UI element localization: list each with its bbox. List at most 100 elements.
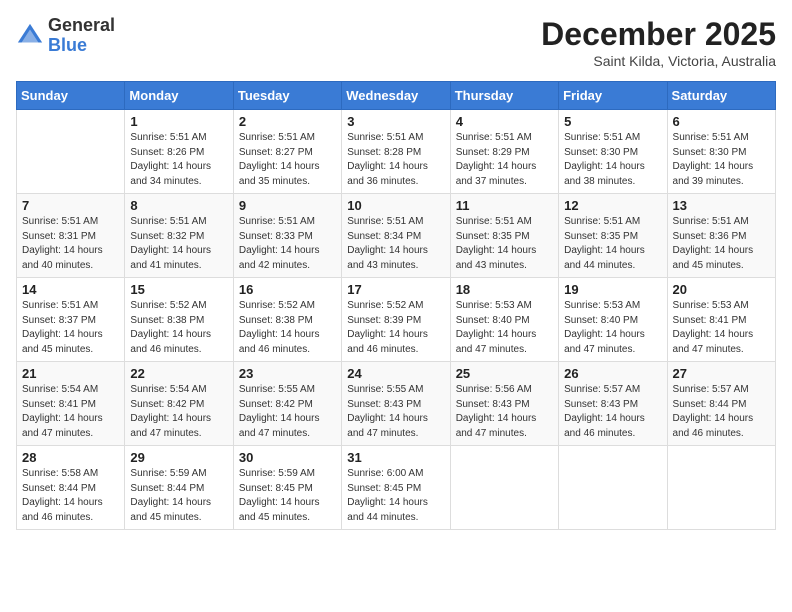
calendar-cell: 26 Sunrise: 5:57 AM Sunset: 8:43 PM Dayli… xyxy=(559,362,667,446)
calendar-cell: 3Sunrise: 5:51 AM Sunset: 8:28 PM Daylig… xyxy=(342,110,450,194)
day-number: 19 xyxy=(564,282,661,297)
calendar-cell xyxy=(559,446,667,530)
calendar-cell: 6 Sunrise: 5:51 AM Sunset: 8:30 PM Daylig… xyxy=(667,110,775,194)
calendar-cell: 31 Sunrise: 6:00 AM Sunset: 8:45 PM Dayli… xyxy=(342,446,450,530)
day-number: 22 xyxy=(130,366,227,381)
day-info: Sunrise: 5:53 AM Sunset: 8:41 PM Dayligh… xyxy=(673,299,770,357)
calendar-week-row: 14Sunrise: 5:51 AM Sunset: 8:37 PM Dayli… xyxy=(17,278,776,362)
calendar-cell: 2 Sunrise: 5:51 AM Sunset: 8:27 PM Daylig… xyxy=(233,110,341,194)
day-info: Sunrise: 5:57 AM Sunset: 8:44 PM Dayligh… xyxy=(673,383,770,441)
day-info: Sunrise: 5:51 AM Sunset: 8:26 PM Dayligh… xyxy=(130,131,227,189)
calendar-cell: 27 Sunrise: 5:57 AM Sunset: 8:44 PM Dayli… xyxy=(667,362,775,446)
day-info: Sunrise: 5:59 AM Sunset: 8:45 PM Dayligh… xyxy=(239,467,336,525)
calendar-week-row: 7 Sunrise: 5:51 AM Sunset: 8:31 PM Daylig… xyxy=(17,194,776,278)
day-info: Sunrise: 6:00 AM Sunset: 8:45 PM Dayligh… xyxy=(347,467,444,525)
calendar-cell: 16 Sunrise: 5:52 AM Sunset: 8:38 PM Dayli… xyxy=(233,278,341,362)
calendar-cell: 17 Sunrise: 5:52 AM Sunset: 8:39 PM Dayli… xyxy=(342,278,450,362)
day-number: 27 xyxy=(673,366,770,381)
day-number: 20 xyxy=(673,282,770,297)
title-section: December 2025 Saint Kilda, Victoria, Aus… xyxy=(541,16,776,69)
day-info: Sunrise: 5:52 AM Sunset: 8:38 PM Dayligh… xyxy=(239,299,336,357)
day-info: Sunrise: 5:51 AM Sunset: 8:30 PM Dayligh… xyxy=(564,131,661,189)
day-number: 15 xyxy=(130,282,227,297)
day-info: Sunrise: 5:55 AM Sunset: 8:43 PM Dayligh… xyxy=(347,383,444,441)
day-number: 10 xyxy=(347,198,444,213)
calendar-cell: 24 Sunrise: 5:55 AM Sunset: 8:43 PM Dayli… xyxy=(342,362,450,446)
calendar-cell: 12 Sunrise: 5:51 AM Sunset: 8:35 PM Dayli… xyxy=(559,194,667,278)
day-number: 8 xyxy=(130,198,227,213)
day-number: 3 xyxy=(347,114,444,129)
day-number: 30 xyxy=(239,450,336,465)
day-number: 28 xyxy=(22,450,119,465)
day-number: 11 xyxy=(456,198,553,213)
day-info: Sunrise: 5:52 AM Sunset: 8:38 PM Dayligh… xyxy=(130,299,227,357)
logo-general: General xyxy=(48,15,115,35)
day-info: Sunrise: 5:57 AM Sunset: 8:43 PM Dayligh… xyxy=(564,383,661,441)
day-info: Sunrise: 5:51 AM Sunset: 8:35 PM Dayligh… xyxy=(456,215,553,273)
day-info: Sunrise: 5:51 AM Sunset: 8:34 PM Dayligh… xyxy=(347,215,444,273)
calendar-cell: 5 Sunrise: 5:51 AM Sunset: 8:30 PM Daylig… xyxy=(559,110,667,194)
day-info: Sunrise: 5:56 AM Sunset: 8:43 PM Dayligh… xyxy=(456,383,553,441)
calendar-cell: 22Sunrise: 5:54 AM Sunset: 8:42 PM Dayli… xyxy=(125,362,233,446)
calendar-cell: 29Sunrise: 5:59 AM Sunset: 8:44 PM Dayli… xyxy=(125,446,233,530)
calendar-cell xyxy=(17,110,125,194)
day-info: Sunrise: 5:51 AM Sunset: 8:30 PM Dayligh… xyxy=(673,131,770,189)
weekday-header: Monday xyxy=(125,82,233,110)
logo-blue: Blue xyxy=(48,35,87,55)
day-number: 16 xyxy=(239,282,336,297)
day-number: 9 xyxy=(239,198,336,213)
day-info: Sunrise: 5:53 AM Sunset: 8:40 PM Dayligh… xyxy=(456,299,553,357)
weekday-header: Saturday xyxy=(667,82,775,110)
calendar-cell: 7 Sunrise: 5:51 AM Sunset: 8:31 PM Daylig… xyxy=(17,194,125,278)
day-info: Sunrise: 5:51 AM Sunset: 8:31 PM Dayligh… xyxy=(22,215,119,273)
month-title: December 2025 xyxy=(541,16,776,53)
calendar-week-row: 21 Sunrise: 5:54 AM Sunset: 8:41 PM Dayli… xyxy=(17,362,776,446)
day-number: 23 xyxy=(239,366,336,381)
day-info: Sunrise: 5:51 AM Sunset: 8:35 PM Dayligh… xyxy=(564,215,661,273)
weekday-header: Friday xyxy=(559,82,667,110)
logo-icon xyxy=(16,22,44,50)
weekday-header: Wednesday xyxy=(342,82,450,110)
calendar-cell: 1 Sunrise: 5:51 AM Sunset: 8:26 PM Daylig… xyxy=(125,110,233,194)
day-info: Sunrise: 5:55 AM Sunset: 8:42 PM Dayligh… xyxy=(239,383,336,441)
calendar-cell: 13Sunrise: 5:51 AM Sunset: 8:36 PM Dayli… xyxy=(667,194,775,278)
day-info: Sunrise: 5:54 AM Sunset: 8:41 PM Dayligh… xyxy=(22,383,119,441)
day-info: Sunrise: 5:51 AM Sunset: 8:33 PM Dayligh… xyxy=(239,215,336,273)
day-number: 12 xyxy=(564,198,661,213)
day-info: Sunrise: 5:51 AM Sunset: 8:27 PM Dayligh… xyxy=(239,131,336,189)
day-number: 21 xyxy=(22,366,119,381)
day-number: 17 xyxy=(347,282,444,297)
day-number: 7 xyxy=(22,198,119,213)
day-number: 26 xyxy=(564,366,661,381)
calendar-cell: 25 Sunrise: 5:56 AM Sunset: 8:43 PM Dayli… xyxy=(450,362,558,446)
calendar-cell: 9 Sunrise: 5:51 AM Sunset: 8:33 PM Daylig… xyxy=(233,194,341,278)
calendar-cell xyxy=(667,446,775,530)
location-title: Saint Kilda, Victoria, Australia xyxy=(541,53,776,69)
day-info: Sunrise: 5:52 AM Sunset: 8:39 PM Dayligh… xyxy=(347,299,444,357)
day-number: 1 xyxy=(130,114,227,129)
calendar-cell: 10 Sunrise: 5:51 AM Sunset: 8:34 PM Dayli… xyxy=(342,194,450,278)
weekday-header: Tuesday xyxy=(233,82,341,110)
logo: General Blue xyxy=(16,16,115,56)
day-number: 24 xyxy=(347,366,444,381)
day-number: 25 xyxy=(456,366,553,381)
calendar-week-row: 1 Sunrise: 5:51 AM Sunset: 8:26 PM Daylig… xyxy=(17,110,776,194)
day-number: 6 xyxy=(673,114,770,129)
calendar-week-row: 28 Sunrise: 5:58 AM Sunset: 8:44 PM Dayli… xyxy=(17,446,776,530)
day-info: Sunrise: 5:51 AM Sunset: 8:29 PM Dayligh… xyxy=(456,131,553,189)
calendar-cell: 11 Sunrise: 5:51 AM Sunset: 8:35 PM Dayli… xyxy=(450,194,558,278)
day-info: Sunrise: 5:51 AM Sunset: 8:36 PM Dayligh… xyxy=(673,215,770,273)
day-number: 5 xyxy=(564,114,661,129)
calendar-cell: 8Sunrise: 5:51 AM Sunset: 8:32 PM Daylig… xyxy=(125,194,233,278)
day-number: 2 xyxy=(239,114,336,129)
day-info: Sunrise: 5:58 AM Sunset: 8:44 PM Dayligh… xyxy=(22,467,119,525)
calendar-cell: 18 Sunrise: 5:53 AM Sunset: 8:40 PM Dayli… xyxy=(450,278,558,362)
calendar-cell: 19Sunrise: 5:53 AM Sunset: 8:40 PM Dayli… xyxy=(559,278,667,362)
day-number: 18 xyxy=(456,282,553,297)
day-number: 14 xyxy=(22,282,119,297)
weekday-header: Sunday xyxy=(17,82,125,110)
day-number: 31 xyxy=(347,450,444,465)
calendar-header-row: SundayMondayTuesdayWednesdayThursdayFrid… xyxy=(17,82,776,110)
weekday-header: Thursday xyxy=(450,82,558,110)
calendar-cell: 23 Sunrise: 5:55 AM Sunset: 8:42 PM Dayli… xyxy=(233,362,341,446)
